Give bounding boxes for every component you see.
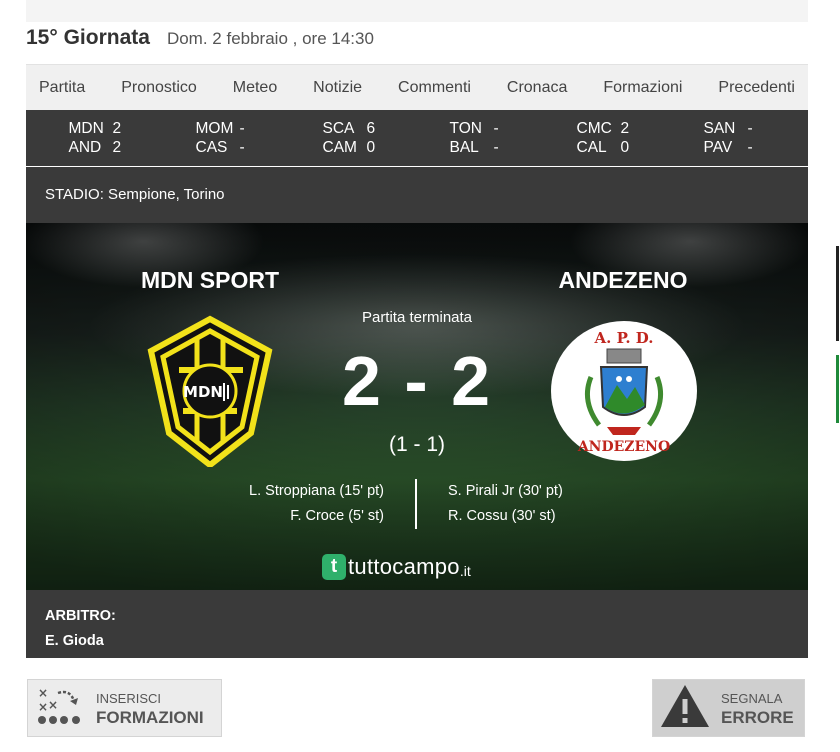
away-scorers: S. Pirali Jr (30' pt) R. Cossu (30' st)	[448, 479, 688, 529]
team-score: 0	[620, 139, 630, 156]
team-score: 6	[366, 120, 376, 137]
brand-name: tuttocampo	[348, 554, 460, 579]
team-score: -	[747, 139, 753, 156]
team-abbr: SAN	[703, 120, 736, 137]
tab-commenti[interactable]: Commenti	[398, 79, 471, 97]
home-scorers: L. Stroppiana (15' pt) F. Croce (5' st)	[156, 479, 384, 529]
scorer-item: L. Stroppiana (15' pt)	[249, 483, 384, 499]
tab-partita[interactable]: Partita	[39, 79, 85, 97]
tab-notizie[interactable]: Notizie	[313, 79, 362, 97]
tab-pronostico[interactable]: Pronostico	[121, 79, 197, 97]
tab-bar: Partita Pronostico Meteo Notizie Comment…	[26, 64, 808, 110]
home-team-logo[interactable]: MDN	[147, 315, 273, 472]
insert-formations-text: INSERISCI FORMAZIONI	[96, 689, 204, 727]
top-bar	[26, 0, 808, 22]
team-score: -	[493, 120, 499, 137]
svg-text:A. P. D.: A. P. D.	[593, 329, 653, 347]
report-error-small: SEGNALA	[721, 691, 783, 706]
insert-formations-small: INSERISCI	[96, 691, 162, 706]
team-abbr: BAL	[449, 139, 479, 156]
team-abbr: CAL	[576, 139, 607, 156]
team-score: -	[239, 139, 245, 156]
insert-formations-button[interactable]: × × × INSERISCI FORMAZIONI	[27, 679, 222, 737]
report-error-text: SEGNALA ERRORE	[721, 689, 794, 727]
match-heading: 15° Giornata Dom. 2 febbraio , ore 14:30	[26, 26, 374, 50]
referee-panel: ARBITRO: E. Gioda	[26, 590, 808, 658]
svg-text:ANDEZENO: ANDEZENO	[577, 439, 670, 455]
team-abbr: PAV	[703, 139, 733, 156]
match-score-pair[interactable]: TON - BAL -	[450, 119, 512, 157]
svg-text:MDN: MDN	[183, 383, 223, 401]
scorers-divider	[415, 479, 417, 529]
team-score: 0	[366, 139, 376, 156]
brand-tld: .it	[459, 563, 471, 579]
final-score: 2 - 2	[341, 342, 493, 420]
insert-formations-big: FORMAZIONI	[96, 708, 204, 727]
scorer-item: S. Pirali Jr (30' pt)	[448, 483, 563, 499]
tuttocampo-logo: t tuttocampo .it	[322, 554, 471, 580]
brand-icon: t	[322, 554, 346, 580]
scorer-item: F. Croce (5' st)	[290, 508, 384, 524]
team-abbr: MOM	[195, 120, 234, 137]
match-score-pair[interactable]: MOM - CAS -	[196, 119, 258, 157]
svg-text:×: ×	[38, 686, 48, 700]
team-score: -	[239, 120, 245, 137]
other-matches-bar: MDN 2 AND 2 MOM - CAS - SCA 6 CAM 0 TON - BAL - …	[26, 110, 808, 166]
stadium-info: STADIO: Sempione, Torino	[26, 167, 808, 223]
team-score: 2	[112, 139, 122, 156]
team-abbr: CMC	[576, 120, 612, 137]
team-score: 2	[112, 120, 122, 137]
tab-formazioni[interactable]: Formazioni	[603, 79, 682, 97]
team-abbr: CAS	[195, 139, 228, 156]
side-edge-dark	[836, 246, 839, 341]
warning-icon	[659, 683, 711, 734]
team-abbr: TON	[449, 120, 482, 137]
svg-text:×: ×	[38, 700, 48, 714]
tactics-icon: × × ×	[36, 685, 84, 732]
team-score: -	[493, 139, 499, 156]
team-score: -	[747, 120, 753, 137]
report-error-big: ERRORE	[721, 708, 794, 727]
match-status: Partita terminata	[361, 309, 473, 326]
scorer-item: R. Cossu (30' st)	[448, 508, 556, 524]
team-abbr: CAM	[322, 139, 357, 156]
team-score: 2	[620, 120, 630, 137]
tab-precedenti[interactable]: Precedenti	[718, 79, 795, 97]
tab-meteo[interactable]: Meteo	[233, 79, 277, 97]
half-time-score: (1 - 1)	[388, 433, 445, 456]
match-score-pair[interactable]: SAN - PAV -	[704, 119, 766, 157]
referee-label: ARBITRO:	[45, 608, 116, 624]
tab-cronaca[interactable]: Cronaca	[507, 79, 567, 97]
match-score-pair[interactable]: SCA 6 CAM 0	[323, 119, 385, 157]
team-abbr: SCA	[322, 120, 355, 137]
report-error-button[interactable]: SEGNALA ERRORE	[652, 679, 805, 737]
away-team-logo[interactable]: A. P. D. ANDEZENO	[549, 319, 699, 469]
home-team-name[interactable]: MDN SPORT	[100, 267, 320, 294]
away-team-name[interactable]: ANDEZENO	[513, 267, 733, 294]
referee-name: E. Gioda	[45, 633, 104, 649]
match-score-pair[interactable]: MDN 2 AND 2	[69, 119, 131, 157]
match-score-pair[interactable]: CMC 2 CAL 0	[577, 119, 639, 157]
team-abbr: AND	[68, 139, 102, 156]
side-edge-green	[836, 355, 839, 423]
team-abbr: MDN	[68, 120, 104, 137]
match-hero: MDN SPORT ANDEZENO MDN A. P. D. ANDEZENO	[26, 223, 808, 590]
round-title: 15° Giornata	[26, 26, 150, 49]
match-date: Dom. 2 febbraio , ore 14:30	[166, 29, 374, 48]
svg-text:×: ×	[48, 698, 58, 712]
